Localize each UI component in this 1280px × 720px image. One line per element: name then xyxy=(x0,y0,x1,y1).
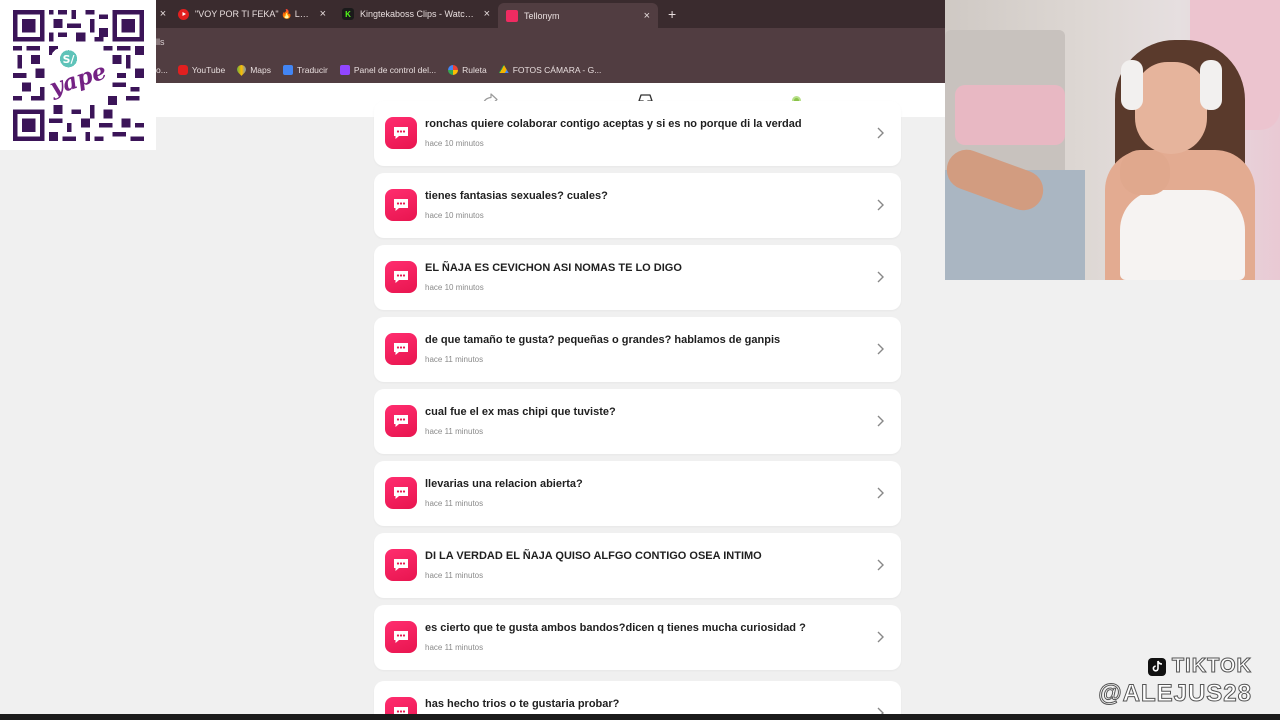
message-card[interactable]: llevarias una relacion abierta? hace 11 … xyxy=(374,461,901,526)
message-bubble-icon xyxy=(385,549,417,581)
message-text: es cierto que te gusta ambos bandos?dice… xyxy=(425,622,806,634)
chevron-right-icon xyxy=(877,271,884,283)
twitch-icon xyxy=(339,64,350,75)
message-bubble-icon xyxy=(385,261,417,293)
close-icon[interactable]: × xyxy=(320,8,326,20)
tellonym-icon xyxy=(506,9,518,22)
webcam-feed xyxy=(945,0,1280,280)
message-bubble-icon xyxy=(385,621,417,653)
youtube-icon xyxy=(178,8,189,20)
message-time: hace 11 minutos xyxy=(425,355,484,364)
tab-youtube[interactable]: "VOY POR TI FEKA" 🔥 La Ab… × xyxy=(170,0,334,28)
bottom-bar xyxy=(0,714,1280,720)
chevron-right-icon xyxy=(877,343,884,355)
message-time: hace 10 minutos xyxy=(425,283,484,292)
bookmark-label: FOTOS CÁMARA - G... xyxy=(512,64,602,75)
chevron-right-icon xyxy=(877,199,884,211)
tab-partial[interactable]: × xyxy=(156,0,170,28)
chevron-right-icon xyxy=(877,127,884,139)
chevron-right-icon xyxy=(877,631,884,643)
close-icon[interactable]: × xyxy=(160,8,166,20)
chevron-right-icon xyxy=(877,559,884,571)
message-text: ronchas quiere colaborar contigo aceptas… xyxy=(425,118,802,130)
tab-label: Tellonym xyxy=(524,10,560,21)
browser-chrome: × "VOY POR TI FEKA" 🔥 La Ab… × K Kingtek… xyxy=(156,0,945,83)
bookmarks-bar: o... YouTube Maps Traducir Panel de cont… xyxy=(156,56,945,83)
message-time: hace 11 minutos xyxy=(425,643,484,652)
new-tab-button[interactable]: + xyxy=(658,6,686,22)
message-card[interactable]: cual fue el ex mas chipi que tuviste? ha… xyxy=(374,389,901,454)
tiktok-label: TIKTOK xyxy=(1171,655,1252,678)
bookmark-fotos[interactable]: FOTOS CÁMARA - G... xyxy=(498,64,602,75)
tiktok-icon xyxy=(1147,657,1166,676)
message-bubble-icon xyxy=(385,333,417,365)
tiktok-handle: @ALEJUS28 xyxy=(1098,680,1252,708)
message-text: de que tamaño te gusta? pequeñas o grand… xyxy=(425,334,781,346)
bookmark-item[interactable]: o... xyxy=(156,65,168,75)
address-text: lls xyxy=(156,37,165,47)
tab-label: Kingtekaboss Clips - Watch Liv… xyxy=(360,9,476,19)
message-time: hace 10 minutos xyxy=(425,139,484,148)
message-text: llevarias una relacion abierta? xyxy=(425,478,583,490)
message-bubble-icon xyxy=(385,189,417,221)
message-text: EL ÑAJA ES CEVICHON ASI NOMAS TE LO DIGO xyxy=(425,262,682,274)
bookmark-label: Panel de control del... xyxy=(353,64,437,75)
ruleta-icon xyxy=(448,64,459,75)
stream-screen: × "VOY POR TI FEKA" 🔥 La Ab… × K Kingtek… xyxy=(0,0,1280,720)
translate-icon xyxy=(283,64,294,75)
bookmark-panel[interactable]: Panel de control del... xyxy=(339,64,437,75)
bookmark-youtube[interactable]: YouTube xyxy=(177,64,226,75)
message-bubble-icon xyxy=(385,405,417,437)
tab-strip: × "VOY POR TI FEKA" 🔥 La Ab… × K Kingtek… xyxy=(156,0,945,28)
tiktok-watermark: TIKTOK @ALEJUS28 xyxy=(1082,655,1252,711)
message-card[interactable]: tienes fantasias sexuales? cuales? hace … xyxy=(374,173,901,238)
tab-label: "VOY POR TI FEKA" 🔥 La Ab… xyxy=(195,8,312,19)
message-bubble-icon xyxy=(385,477,417,509)
address-bar[interactable]: lls xyxy=(156,28,945,56)
message-text: DI LA VERDAD EL ÑAJA QUISO ALFGO CONTIGO… xyxy=(425,550,762,562)
bookmark-label: Maps xyxy=(250,64,272,75)
kick-icon: K xyxy=(342,8,354,20)
qr-code-icon: S/ yape xyxy=(13,10,144,141)
tab-tellonym[interactable]: Tellonym × xyxy=(498,3,658,28)
chevron-right-icon xyxy=(877,487,884,499)
message-time: hace 11 minutos xyxy=(425,499,484,508)
chevron-right-icon xyxy=(877,415,884,427)
message-card[interactable]: ronchas quiere colaborar contigo aceptas… xyxy=(374,101,901,166)
bookmark-label: YouTube xyxy=(191,64,226,75)
close-icon[interactable]: × xyxy=(484,8,490,20)
bookmark-label: o... xyxy=(156,64,168,75)
message-time: hace 10 minutos xyxy=(425,211,484,220)
drive-icon xyxy=(498,64,509,73)
message-text: has hecho trios o te gustaria probar? xyxy=(425,698,620,710)
message-card[interactable]: DI LA VERDAD EL ÑAJA QUISO ALFGO CONTIGO… xyxy=(374,533,901,598)
bookmark-label: Traducir xyxy=(297,64,328,75)
message-time: hace 11 minutos xyxy=(425,427,484,436)
message-bubble-icon xyxy=(385,117,417,149)
message-card[interactable]: es cierto que te gusta ambos bandos?dice… xyxy=(374,605,901,670)
message-card[interactable]: EL ÑAJA ES CEVICHON ASI NOMAS TE LO DIGO… xyxy=(374,245,901,310)
svg-text:S/: S/ xyxy=(63,53,75,66)
maps-icon xyxy=(235,63,249,76)
bookmark-maps[interactable]: Maps xyxy=(235,63,272,76)
bookmark-label: Ruleta xyxy=(462,64,487,75)
message-text: cual fue el ex mas chipi que tuviste? xyxy=(425,406,616,418)
tab-kick[interactable]: K Kingtekaboss Clips - Watch Liv… × xyxy=(334,0,498,28)
message-time: hace 11 minutos xyxy=(425,571,484,580)
bookmark-traducir[interactable]: Traducir xyxy=(283,64,328,75)
message-text: tienes fantasias sexuales? cuales? xyxy=(425,190,608,202)
close-icon[interactable]: × xyxy=(644,10,650,22)
qr-panel: S/ yape xyxy=(0,0,156,150)
message-card[interactable]: de que tamaño te gusta? pequeñas o grand… xyxy=(374,317,901,382)
youtube-icon xyxy=(177,64,188,75)
bookmark-ruleta[interactable]: Ruleta xyxy=(448,64,487,75)
